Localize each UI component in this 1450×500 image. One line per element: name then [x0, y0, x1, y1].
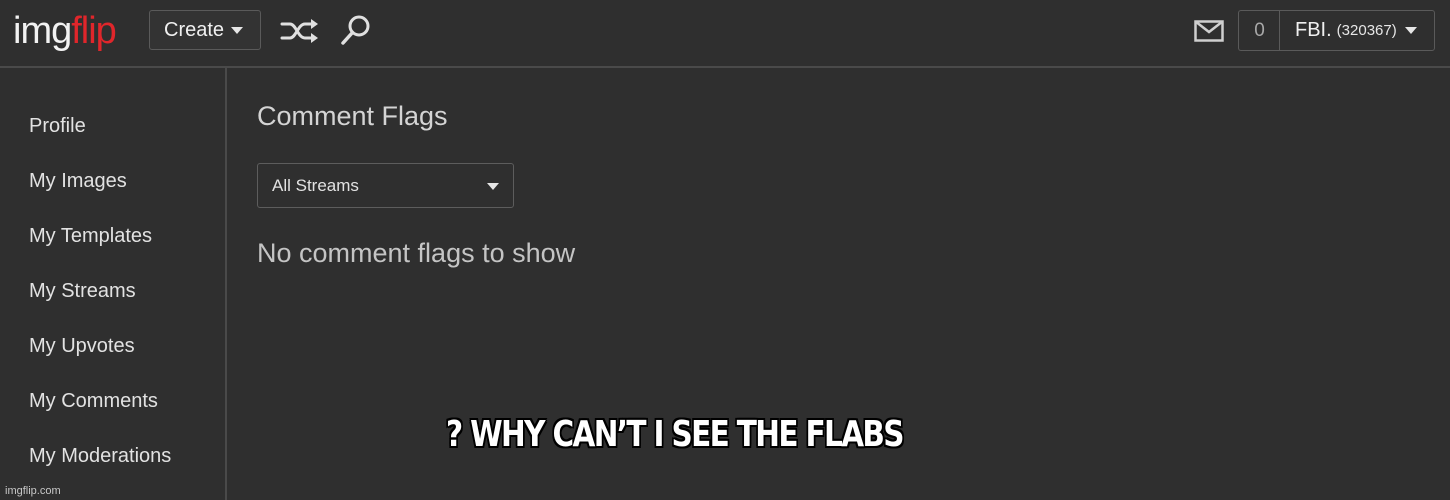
imgflip-logo[interactable]: imgflip — [13, 9, 117, 53]
top-navbar: imgflip Create 0 FBI. (320367) — [0, 0, 1450, 68]
sidebar: Profile My Images My Templates My Stream… — [0, 68, 227, 500]
user-menu-button[interactable]: FBI. (320367) — [1279, 10, 1435, 51]
empty-state-message: No comment flags to show — [257, 238, 576, 268]
shuffle-icon[interactable] — [280, 17, 320, 45]
create-dropdown-button[interactable]: Create — [149, 10, 261, 50]
stream-filter-value: All Streams — [272, 175, 359, 195]
chevron-down-icon — [487, 183, 499, 190]
sidebar-item-my-comments[interactable]: My Comments — [29, 390, 158, 413]
meme-caption: ? WHY CAN’T I SEE THE FLABS — [446, 414, 905, 455]
sidebar-item-profile[interactable]: Profile — [29, 115, 86, 138]
create-label: Create — [164, 18, 225, 41]
page-title: Comment Flags — [257, 101, 448, 131]
user-points: (320367) — [1336, 22, 1397, 39]
sidebar-item-my-upvotes[interactable]: My Upvotes — [29, 335, 135, 358]
mail-icon[interactable] — [1194, 20, 1224, 42]
logo-text-flip: flip — [71, 10, 117, 52]
chevron-down-icon — [231, 26, 244, 34]
sidebar-item-my-images[interactable]: My Images — [29, 170, 127, 193]
search-icon[interactable] — [340, 14, 372, 46]
sidebar-item-my-templates[interactable]: My Templates — [29, 225, 152, 248]
imgflip-watermark: imgflip.com — [5, 485, 61, 497]
notification-count-button[interactable]: 0 — [1238, 10, 1280, 51]
sidebar-item-my-moderations[interactable]: My Moderations — [29, 445, 171, 468]
username: FBI. — [1295, 19, 1332, 41]
chevron-down-icon — [1404, 27, 1417, 34]
notification-count: 0 — [1254, 19, 1265, 41]
logo-text-img: img — [13, 10, 72, 52]
stream-filter-select[interactable]: All Streams — [257, 163, 514, 208]
sidebar-item-my-streams[interactable]: My Streams — [29, 280, 136, 303]
